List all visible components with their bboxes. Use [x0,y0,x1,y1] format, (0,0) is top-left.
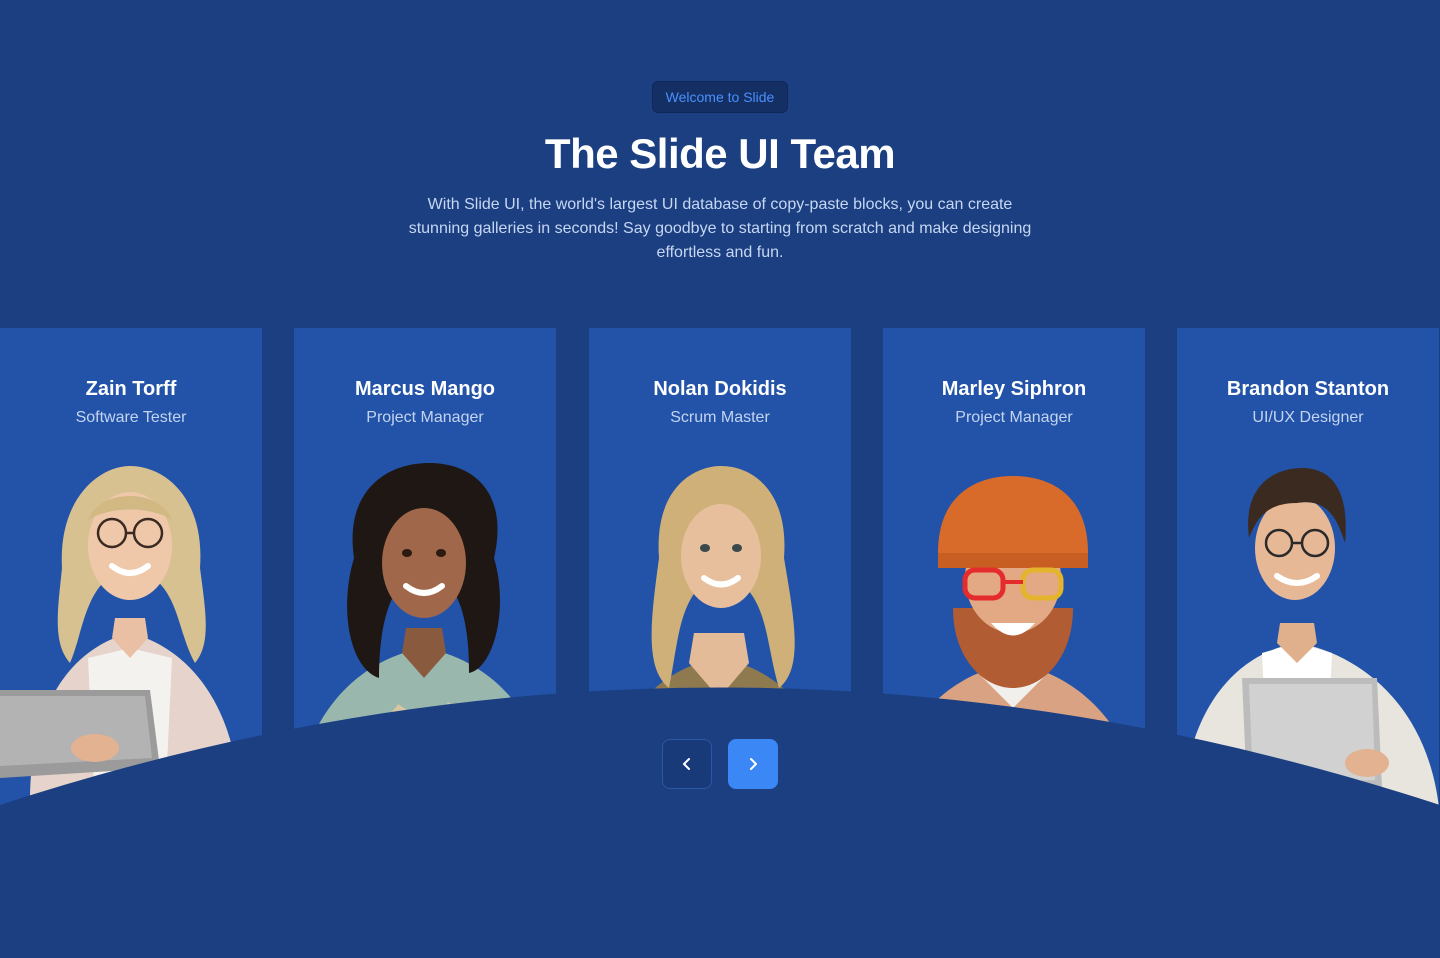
member-name: Marcus Mango [354,378,496,400]
member-portrait [294,463,556,808]
chevron-left-icon [683,758,690,770]
member-portrait [1182,468,1439,808]
team-card[interactable]: Nolan Dokidis Scrum Master [589,328,851,808]
member-portrait [599,466,841,808]
welcome-badge: Welcome to Slide [652,81,788,113]
page-description: With Slide UI, the world's largest UI da… [408,196,1032,261]
member-name: Marley Siphron [941,378,1087,400]
team-card[interactable]: Zain Torff Software Tester [0,328,262,808]
carousel-prev-button[interactable] [662,739,712,789]
member-role: Project Manager [955,409,1073,426]
member-role: UI/UX Designer [1252,409,1364,426]
member-portrait [883,476,1145,808]
member-name: Brandon Stanton [1226,378,1390,400]
team-section: Welcome to Slide The Slide UI Team With … [0,0,1440,958]
carousel-next-button[interactable] [728,739,778,789]
team-card[interactable]: Marley Siphron Project Manager [883,328,1145,808]
member-name: Nolan Dokidis [653,378,787,400]
team-carousel: Zain Torff Software Tester Marcus Mango [0,328,1440,808]
member-role: Project Manager [366,409,484,426]
page-title: The Slide UI Team [544,130,896,177]
chevron-right-icon [750,758,757,770]
member-portrait [0,466,241,808]
member-role: Software Tester [75,409,187,426]
member-name: Zain Torff [85,378,177,400]
team-card[interactable]: Brandon Stanton UI/UX Designer [1177,328,1439,808]
team-card[interactable]: Marcus Mango Project Manager [294,328,556,808]
member-role: Scrum Master [670,409,770,426]
